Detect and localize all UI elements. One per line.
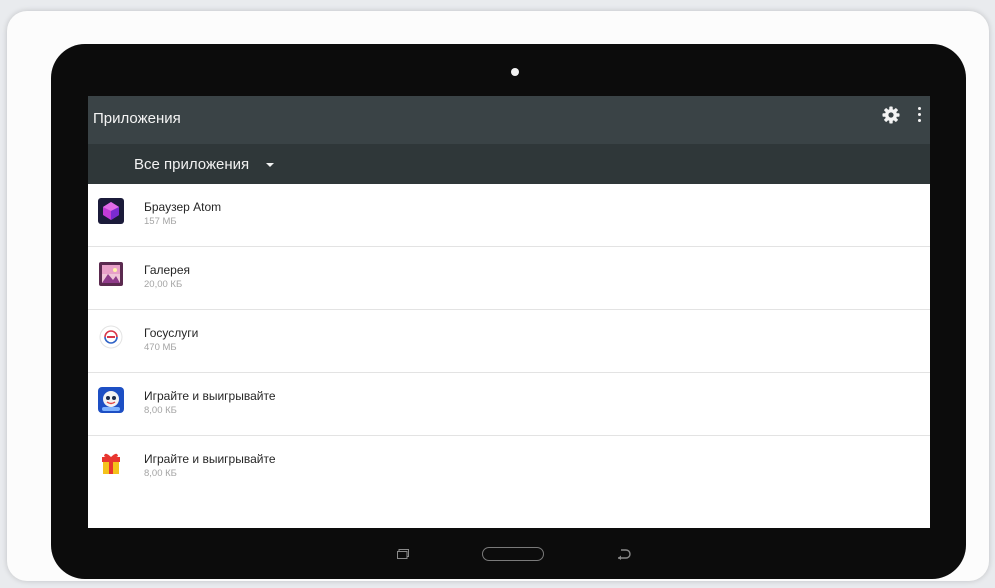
filter-bar: Все приложения (88, 144, 930, 184)
app-row-play-and-win-1[interactable]: Играйте и выигрывайте 8,00 КБ (88, 373, 930, 436)
back-arrow-icon[interactable] (617, 548, 631, 560)
app-name: Браузер Atom (144, 200, 222, 214)
recent-apps-icon[interactable] (397, 549, 409, 559)
dropdown-caret-icon (266, 162, 275, 167)
app-name: Играйте и выигрывайте (144, 452, 276, 466)
more-options-icon[interactable] (917, 107, 923, 123)
gosuslugi-icon (99, 325, 123, 349)
app-row-gallery[interactable]: Галерея 20,00 КБ (88, 247, 930, 310)
app-size: 157 МБ (144, 216, 177, 227)
game-mascot-icon (98, 387, 124, 413)
app-size: 20,00 КБ (144, 279, 183, 290)
app-name: Галерея (144, 263, 191, 277)
content-card: Приложения Все приложения Браузер Atom 1… (7, 11, 989, 581)
apps-list: Браузер Atom 157 МБ Галерея 20,00 КБ Гос… (88, 184, 930, 499)
app-row-gosuslugi[interactable]: Госуслуги 470 МБ (88, 310, 930, 373)
app-size: 470 МБ (144, 342, 177, 353)
front-camera (511, 68, 519, 76)
filter-selected-label: Все приложения (134, 155, 250, 173)
system-nav-bar (51, 528, 966, 579)
app-size: 8,00 КБ (144, 405, 177, 416)
tablet-screen: Приложения Все приложения Браузер Atom 1… (88, 96, 930, 528)
app-bar: Приложения (88, 96, 930, 144)
atom-browser-icon (98, 198, 124, 224)
app-name: Госуслуги (144, 326, 199, 340)
home-button[interactable] (482, 547, 544, 561)
settings-gear-icon[interactable] (881, 105, 901, 125)
apps-filter-dropdown[interactable]: Все приложения (134, 144, 275, 184)
app-row-play-and-win-2[interactable]: Играйте и выигрывайте 8,00 КБ (88, 436, 930, 499)
app-name: Играйте и выигрывайте (144, 389, 276, 403)
gift-icon (102, 453, 120, 474)
gallery-icon (99, 262, 123, 286)
app-size: 8,00 КБ (144, 468, 177, 479)
app-row-atom-browser[interactable]: Браузер Atom 157 МБ (88, 184, 930, 247)
tablet-frame: Приложения Все приложения Браузер Atom 1… (51, 44, 966, 579)
page-title: Приложения (93, 110, 181, 127)
